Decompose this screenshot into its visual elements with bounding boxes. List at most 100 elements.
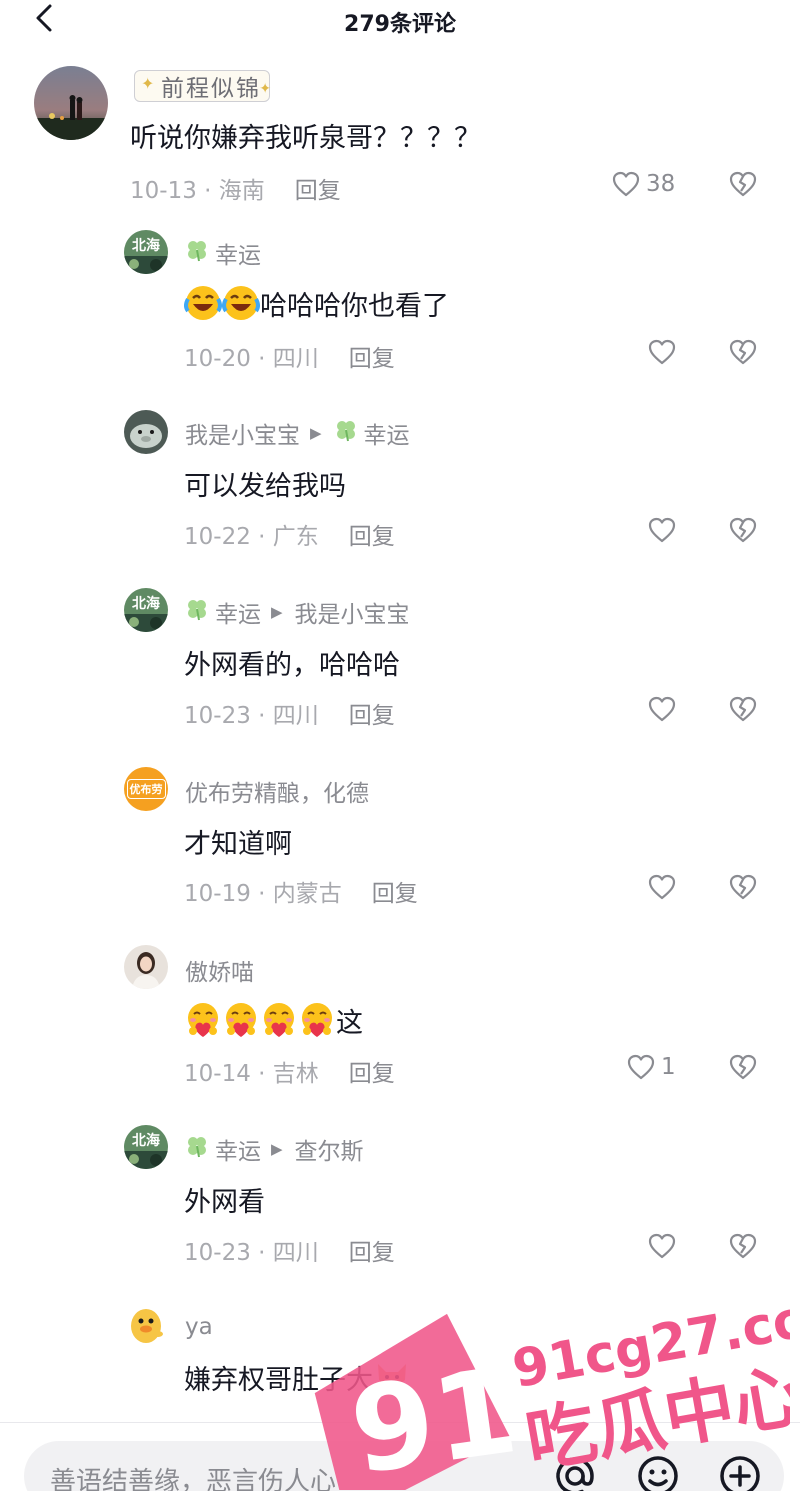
dislike-button[interactable] bbox=[729, 517, 757, 547]
avatar[interactable]: 优布劳 bbox=[124, 767, 168, 811]
broken-heart-icon bbox=[729, 1054, 757, 1080]
broken-heart-icon bbox=[729, 696, 757, 722]
laughing-crying-emoji-icon bbox=[184, 284, 222, 322]
reply-button[interactable]: 回复 bbox=[372, 881, 418, 907]
reply-button[interactable]: 回复 bbox=[349, 1061, 395, 1087]
heart-icon bbox=[648, 874, 676, 900]
comment-text: 外网看 bbox=[184, 1187, 265, 1218]
reply-to-name[interactable]: 查尔斯 bbox=[295, 1132, 364, 1166]
reply-button[interactable]: 回复 bbox=[349, 346, 395, 372]
username[interactable]: 我是小宝宝 ▶ 幸运 bbox=[185, 416, 410, 450]
svg-text:北海: 北海 bbox=[132, 595, 160, 612]
reply-to-name[interactable]: 幸运 bbox=[364, 416, 410, 450]
like-button[interactable]: 38 bbox=[612, 171, 675, 197]
username[interactable]: ✦ 前程似锦 ✦ bbox=[134, 70, 271, 102]
like-button[interactable] bbox=[648, 874, 676, 900]
page-title: 279条评论 bbox=[344, 12, 456, 37]
dislike-button[interactable] bbox=[729, 171, 757, 201]
like-button[interactable] bbox=[648, 517, 676, 543]
svg-text:北海: 北海 bbox=[132, 1132, 160, 1149]
reply-button[interactable]: 回复 bbox=[349, 524, 395, 550]
emoji-smile-icon[interactable] bbox=[635, 1453, 681, 1491]
like-count: 38 bbox=[646, 171, 676, 197]
reply-arrow-icon: ▶ bbox=[310, 424, 322, 442]
heart-hug-emoji-icon bbox=[260, 1001, 298, 1039]
comment-text: 嫌弃权哥肚子大 bbox=[184, 1358, 411, 1397]
heart-icon bbox=[648, 1233, 676, 1259]
avatar[interactable] bbox=[34, 66, 108, 140]
clover-icon bbox=[334, 418, 358, 448]
comment-input-placeholder[interactable]: 善语结善缘，恶言伤人心 bbox=[50, 1461, 336, 1491]
avatar[interactable] bbox=[124, 1304, 168, 1348]
broken-heart-icon bbox=[729, 1233, 757, 1259]
comment-date: 10-13 bbox=[130, 178, 197, 204]
comment-region: 四川 bbox=[272, 703, 319, 729]
broken-heart-icon bbox=[729, 339, 757, 365]
comment-date: 10-23 bbox=[184, 703, 251, 729]
reply-arrow-icon: ▶ bbox=[271, 1140, 283, 1158]
comment-date: 10-19 bbox=[184, 881, 251, 907]
broken-heart-icon bbox=[729, 517, 757, 543]
comment-region: 广东 bbox=[272, 524, 319, 550]
like-button[interactable] bbox=[648, 339, 676, 365]
fox-emoji-icon bbox=[373, 1358, 411, 1396]
comment-meta: 10-23 · 四川 回复 bbox=[184, 1240, 395, 1266]
avatar[interactable] bbox=[124, 945, 168, 989]
comment-text: 可以发给我吗 bbox=[184, 471, 346, 502]
avatar[interactable]: 北海 bbox=[124, 1125, 168, 1169]
heart-icon bbox=[627, 1054, 655, 1080]
comment-date: 10-14 bbox=[184, 1061, 251, 1087]
comment-region: 四川 bbox=[272, 346, 319, 372]
comment-input-bar: 善语结善缘，恶言伤人心 bbox=[0, 1422, 800, 1491]
comment-meta: 10-13 · 海南 回复 bbox=[130, 178, 341, 204]
clover-icon bbox=[185, 1134, 209, 1164]
comment-meta: 10-23 · 四川 回复 bbox=[184, 703, 395, 729]
heart-hug-emoji-icon bbox=[184, 1001, 222, 1039]
username[interactable]: 优布劳精酿，化德 bbox=[185, 774, 369, 808]
dislike-button[interactable] bbox=[729, 1054, 757, 1084]
at-icon[interactable] bbox=[552, 1453, 598, 1491]
broken-heart-icon bbox=[729, 874, 757, 900]
comment-meta: 10-20 · 四川 回复 bbox=[184, 346, 395, 372]
heart-icon bbox=[648, 696, 676, 722]
username[interactable]: 幸运 ▶ 查尔斯 bbox=[185, 1132, 364, 1166]
avatar[interactable]: 北海 bbox=[124, 588, 168, 632]
comment-region: 吉林 bbox=[272, 1061, 319, 1087]
avatar[interactable]: 北海 bbox=[124, 230, 168, 274]
username[interactable]: 幸运 bbox=[185, 236, 261, 270]
header: 279条评论 bbox=[0, 0, 800, 40]
reply-arrow-icon: ▶ bbox=[271, 603, 283, 621]
username[interactable]: 傲娇喵 bbox=[185, 953, 254, 987]
username[interactable]: ya bbox=[185, 1314, 213, 1340]
comment-text: 听说你嫌弃我听泉哥？？？？ bbox=[130, 123, 481, 154]
comment-text: 才知道啊 bbox=[184, 829, 292, 860]
heart-icon bbox=[648, 339, 676, 365]
comment-region: 海南 bbox=[218, 178, 265, 204]
comment-date: 10-23 bbox=[184, 1240, 251, 1266]
comment-meta: 10-19 · 内蒙古 回复 bbox=[184, 881, 418, 907]
heart-hug-emoji-icon bbox=[298, 1001, 336, 1039]
avatar[interactable] bbox=[124, 410, 168, 454]
like-button[interactable]: 1 bbox=[627, 1054, 676, 1080]
comment-text: 哈哈哈你也看了 bbox=[184, 284, 449, 323]
plus-circle-icon[interactable] bbox=[717, 1453, 763, 1491]
reply-to-name[interactable]: 我是小宝宝 bbox=[295, 595, 410, 629]
dislike-button[interactable] bbox=[729, 874, 757, 904]
heart-icon bbox=[612, 171, 640, 197]
reply-button[interactable]: 回复 bbox=[349, 703, 395, 729]
clover-icon bbox=[185, 238, 209, 268]
laughing-crying-emoji-icon bbox=[222, 284, 260, 322]
reply-button[interactable]: 回复 bbox=[349, 1240, 395, 1266]
comment-meta: 10-22 · 广东 回复 bbox=[184, 524, 395, 550]
comment-date: 10-22 bbox=[184, 524, 251, 550]
dislike-button[interactable] bbox=[729, 696, 757, 726]
dislike-button[interactable] bbox=[729, 339, 757, 369]
comment-region: 四川 bbox=[272, 1240, 319, 1266]
watermark-domain: 91cg27.com bbox=[508, 1280, 790, 1400]
reply-button[interactable]: 回复 bbox=[295, 178, 341, 204]
like-button[interactable] bbox=[648, 696, 676, 722]
username[interactable]: 幸运 ▶ 我是小宝宝 bbox=[185, 595, 410, 629]
dislike-button[interactable] bbox=[729, 1233, 757, 1263]
like-button[interactable] bbox=[648, 1233, 676, 1259]
comment-date: 10-20 bbox=[184, 346, 251, 372]
